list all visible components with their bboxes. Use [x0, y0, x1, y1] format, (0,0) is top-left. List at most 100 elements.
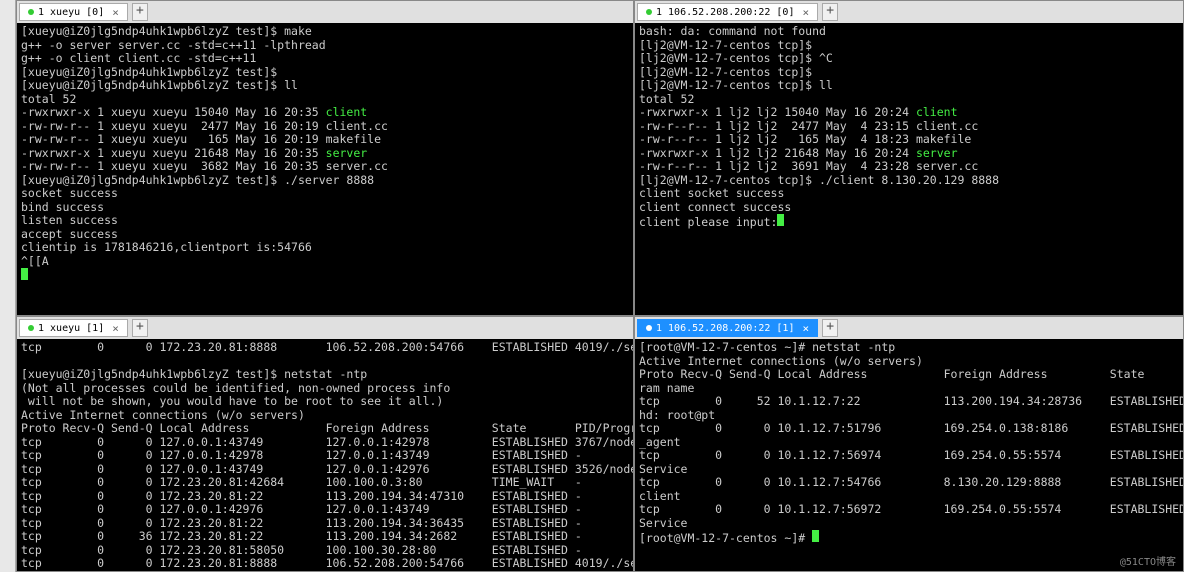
line: tcp 0 0 172.23.20.81:22 113.200.194.34:4…: [21, 489, 582, 503]
line: tcp 0 0 172.23.20.81:8888 106.52.208.200…: [21, 556, 633, 570]
line: client: [639, 489, 681, 503]
line: [xueyu@iZ0jlg5ndp4uhk1wpb6lzyZ test]$: [21, 65, 277, 79]
line: tcp 0 0 172.23.20.81:8888 106.52.208.200…: [21, 340, 633, 354]
line: total 52: [21, 92, 76, 106]
status-dot-icon: [646, 9, 652, 15]
close-icon[interactable]: ×: [112, 322, 119, 335]
line: [lj2@VM-12-7-centos tcp]$: [639, 38, 812, 52]
line: ^[[A: [21, 254, 49, 268]
status-dot-icon: [28, 9, 34, 15]
line: [lj2@VM-12-7-centos tcp]$: [639, 65, 812, 79]
pane-top-left: 1 xueyu [0] × + [xueyu@iZ0jlg5ndp4uhk1wp…: [16, 0, 634, 316]
watermark: @51CTO博客: [1120, 553, 1176, 568]
tabbar-bl: 1 xueyu [1] × +: [17, 317, 633, 339]
line: -rwxrwxr-x 1 xueyu xueyu 21648 May 16 20…: [21, 146, 326, 160]
line: tcp 0 0 127.0.0.1:43749 127.0.0.1:42976 …: [21, 462, 633, 476]
tab-xueyu-1[interactable]: 1 xueyu [1] ×: [19, 319, 128, 337]
line: -rw-r--r-- 1 lj2 lj2 165 May 4 18:23 mak…: [639, 132, 971, 146]
left-gutter: [0, 0, 16, 572]
terminal-bl[interactable]: tcp 0 0 172.23.20.81:8888 106.52.208.200…: [17, 339, 633, 571]
pane-top-right: 1 106.52.208.200:22 [0] × + bash: da: co…: [634, 0, 1184, 316]
line: bind success: [21, 200, 104, 214]
terminal-br[interactable]: [root@VM-12-7-centos ~]# netstat -ntp Ac…: [635, 339, 1183, 571]
line: tcp 0 0 172.23.20.81:58050 100.100.30.28…: [21, 543, 582, 557]
cursor-icon: [284, 571, 291, 572]
line: [root@VM-12-7-centos ~]#: [639, 531, 812, 545]
line: Active Internet connections (w/o servers…: [21, 408, 305, 422]
pane-bottom-left: 1 xueyu [1] × + tcp 0 0 172.23.20.81:888…: [16, 316, 634, 572]
tabbar-tr: 1 106.52.208.200:22 [0] × +: [635, 1, 1183, 23]
cursor-icon: [812, 530, 819, 542]
line: bash: da: command not found: [639, 24, 826, 38]
exec-file: client: [916, 105, 958, 119]
line: total 52: [639, 92, 694, 106]
add-tab-button[interactable]: +: [822, 3, 838, 21]
line: [xueyu@iZ0jlg5ndp4uhk1wpb6lzyZ test]$ ./…: [21, 173, 374, 187]
line: accept success: [21, 227, 118, 241]
tab-remote-0[interactable]: 1 106.52.208.200:22 [0] ×: [637, 3, 818, 21]
tab-label: 1 xueyu [1]: [38, 323, 104, 334]
line: [lj2@VM-12-7-centos tcp]$ ^C: [639, 51, 833, 65]
line: _agent: [639, 435, 681, 449]
line: tcp 0 52 10.1.12.7:22 113.200.194.34:287…: [639, 394, 1183, 408]
line: -rwxrwxr-x 1 lj2 lj2 21648 May 16 20:24: [639, 146, 916, 160]
add-tab-button[interactable]: +: [132, 319, 148, 337]
pane-bottom-right: 1 106.52.208.200:22 [1] × + [root@VM-12-…: [634, 316, 1184, 572]
line: clientip is 1781846216,clientport is:547…: [21, 240, 312, 254]
tab-xueyu-0[interactable]: 1 xueyu [0] ×: [19, 3, 128, 21]
close-icon[interactable]: ×: [112, 6, 119, 19]
line: Service: [639, 462, 687, 476]
line: tcp 0 0 10.1.12.7:54766 8.130.20.129:888…: [639, 475, 1183, 489]
tab-label: 1 106.52.208.200:22 [0]: [656, 7, 794, 18]
line: tcp 0 0 10.1.12.7:56974 169.254.0.55:557…: [639, 448, 1183, 462]
line: g++ -o server server.cc -std=c++11 -lpth…: [21, 38, 326, 52]
line: tcp 0 0 10.1.12.7:56972 169.254.0.55:557…: [639, 502, 1183, 516]
line: tcp 0 0 172.23.20.81:22 113.200.194.34:3…: [21, 516, 582, 530]
line: [lj2@VM-12-7-centos tcp]$ ./client 8.130…: [639, 173, 999, 187]
status-dot-icon: [28, 325, 34, 331]
close-icon[interactable]: ×: [802, 322, 809, 335]
line: -rwxrwxr-x 1 lj2 lj2 15040 May 16 20:24: [639, 105, 916, 119]
exec-file: server: [916, 146, 958, 160]
line: client please input:: [639, 215, 777, 229]
line: will not be shown, you would have to be …: [21, 394, 443, 408]
tab-label: 1 106.52.208.200:22 [1]: [656, 323, 794, 334]
tabbar-tl: 1 xueyu [0] × +: [17, 1, 633, 23]
terminal-tl[interactable]: [xueyu@iZ0jlg5ndp4uhk1wpb6lzyZ test]$ ma…: [17, 23, 633, 315]
line: [root@VM-12-7-centos ~]# netstat -ntp: [639, 340, 895, 354]
tab-remote-1[interactable]: 1 106.52.208.200:22 [1] ×: [637, 319, 818, 337]
line: [xueyu@iZ0jlg5ndp4uhk1wpb6lzyZ test]$ ne…: [21, 367, 367, 381]
line: [lj2@VM-12-7-centos tcp]$ ll: [639, 78, 833, 92]
line: -rw-rw-r-- 1 xueyu xueyu 165 May 16 20:1…: [21, 132, 381, 146]
cursor-icon: [777, 214, 784, 226]
line: tcp 0 0 127.0.0.1:42976 127.0.0.1:43749 …: [21, 502, 582, 516]
line: [xueyu@iZ0jlg5ndp4uhk1wpb6lzyZ test]$ ll: [21, 78, 298, 92]
line: -rw-r--r-- 1 lj2 lj2 2477 May 4 23:15 cl…: [639, 119, 978, 133]
line: tcp 0 0 127.0.0.1:42978 127.0.0.1:43749 …: [21, 448, 582, 462]
line: client socket success: [639, 186, 784, 200]
line: -rw-rw-r-- 1 xueyu xueyu 3682 May 16 20:…: [21, 159, 388, 173]
terminal-tr[interactable]: bash: da: command not found [lj2@VM-12-7…: [635, 23, 1183, 315]
close-icon[interactable]: ×: [802, 6, 809, 19]
line: g++ -o client client.cc -std=c++11: [21, 51, 256, 65]
cursor-icon: [21, 268, 28, 280]
line: socket success: [21, 186, 118, 200]
line: client connect success: [639, 200, 791, 214]
line: -rw-rw-r-- 1 xueyu xueyu 2477 May 16 20:…: [21, 119, 388, 133]
line: listen success: [21, 213, 118, 227]
line: -rwxrwxr-x 1 xueyu xueyu 15040 May 16 20…: [21, 105, 326, 119]
add-tab-button[interactable]: +: [822, 319, 838, 337]
line: tcp 0 0 10.1.12.7:51796 169.254.0.138:81…: [639, 421, 1183, 435]
line: Proto Recv-Q Send-Q Local Address Foreig…: [21, 421, 633, 435]
line: [xueyu@iZ0jlg5ndp4uhk1wpb6lzyZ test]$ ma…: [21, 24, 312, 38]
line: Active Internet connections (w/o servers…: [639, 354, 923, 368]
tabbar-br: 1 106.52.208.200:22 [1] × +: [635, 317, 1183, 339]
exec-file: server: [326, 146, 368, 160]
line: (Not all processes could be identified, …: [21, 381, 450, 395]
exec-file: client: [326, 105, 368, 119]
line: hd: root@pt: [639, 408, 715, 422]
line: tcp 0 0 172.23.20.81:42684 100.100.0.3:8…: [21, 475, 582, 489]
add-tab-button[interactable]: +: [132, 3, 148, 21]
line: Service: [639, 516, 687, 530]
line: tcp 0 0 127.0.0.1:43749 127.0.0.1:42978 …: [21, 435, 633, 449]
